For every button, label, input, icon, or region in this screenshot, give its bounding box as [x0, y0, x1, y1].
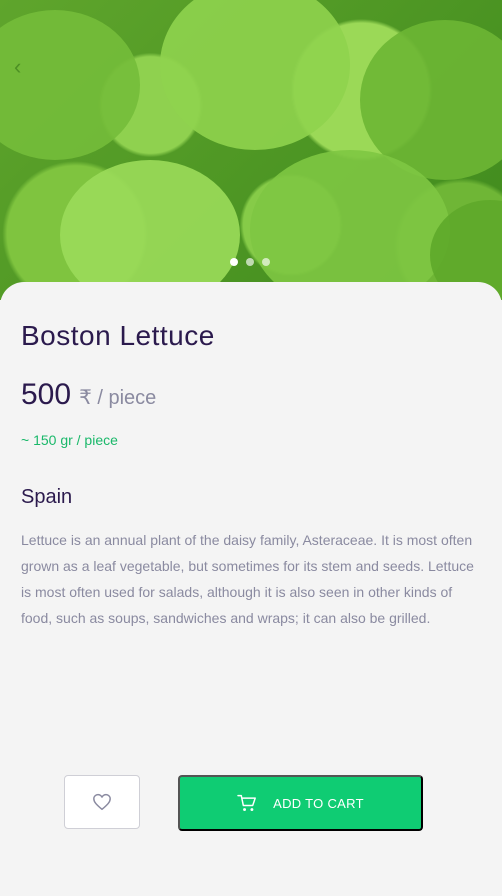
- back-chevron-icon[interactable]: ‹: [14, 56, 32, 78]
- lettuce-leaf: [160, 0, 350, 150]
- product-image: ‹: [0, 0, 502, 300]
- price-unit: ₹ / piece: [79, 387, 157, 409]
- lettuce-leaf: [60, 160, 240, 300]
- product-description: Lettuce is an annual plant of the daisy …: [21, 532, 474, 626]
- product-price: 500: [21, 378, 72, 411]
- favorite-button[interactable]: [64, 775, 140, 829]
- add-to-cart-button[interactable]: ADD TO CART: [178, 775, 423, 831]
- lettuce-leaf: [0, 10, 140, 160]
- heart-icon: [93, 793, 111, 811]
- carousel-dot[interactable]: [246, 258, 254, 266]
- product-weight: ~ 150 gr / piece: [21, 432, 118, 448]
- lettuce-leaf: [250, 150, 450, 300]
- carousel-dot[interactable]: [262, 258, 270, 266]
- carousel-dot[interactable]: [230, 258, 238, 266]
- price-row: 500 ₹ / piece: [21, 378, 156, 412]
- add-to-cart-label: ADD TO CART: [273, 795, 364, 811]
- carousel-indicator: [230, 258, 270, 266]
- product-origin: Spain: [21, 486, 73, 508]
- product-title: Boston Lettuce: [21, 320, 215, 351]
- cart-icon: [237, 794, 257, 812]
